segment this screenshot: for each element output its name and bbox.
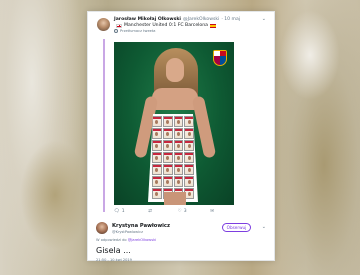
tweet-author-header: Jarosław Mikołaj Olkowski @JarekOlkowski ·…	[114, 17, 240, 22]
tweet-menu-chevron-icon[interactable]: ⌄	[262, 16, 266, 22]
sticker	[152, 116, 162, 127]
sticker	[152, 164, 162, 175]
retweet-action[interactable]: ⇄	[148, 209, 154, 214]
reply-author-name[interactable]: Krystyna Pawłowicz	[112, 223, 170, 229]
sticker	[152, 128, 162, 139]
tweet-card: Jarosław Mikołaj Olkowski @JarekOlkowski ·…	[87, 11, 275, 262]
share-icon: ✉	[210, 209, 214, 214]
like-count: 3	[183, 209, 187, 214]
reply-count: 1	[121, 209, 125, 214]
follow-button[interactable]: Obserwuj	[222, 223, 251, 232]
heart-icon: ♡	[177, 209, 182, 214]
like-action[interactable]: ♡ 3	[178, 209, 187, 214]
sticker	[184, 116, 194, 127]
translate-label: Przetłumacz tweeta	[120, 29, 156, 33]
replying-to: W odpowiedzi do @JarekOlkowski	[96, 238, 156, 242]
image-sticker-dress	[148, 114, 198, 202]
image-face	[166, 58, 184, 82]
sticker	[173, 128, 184, 139]
tweet-author-avatar[interactable]	[97, 18, 110, 31]
sticker	[152, 188, 162, 199]
sticker	[162, 176, 173, 187]
sticker	[152, 176, 162, 187]
sticker	[162, 140, 173, 151]
reply-timestamp[interactable]: 21:50 - 10 kwi 2019	[96, 258, 132, 262]
tweet-date[interactable]: · 10 maj	[221, 17, 240, 22]
england-flag-icon	[116, 23, 122, 28]
reply-action[interactable]: 🗨 1	[114, 209, 125, 214]
sticker	[184, 152, 194, 163]
sticker	[184, 128, 194, 139]
background-blur-upper-right	[280, 10, 340, 100]
tweet-author-name[interactable]: Jarosław Mikołaj Olkowski	[114, 17, 181, 22]
sticker	[173, 140, 184, 151]
sticker	[173, 116, 184, 127]
sticker	[152, 152, 162, 163]
fc-barcelona-crest-icon	[212, 49, 228, 67]
background-blur-lower-left	[20, 140, 90, 250]
reply-icon: 🗨	[114, 209, 120, 214]
sticker	[152, 140, 162, 151]
image-legs	[164, 192, 186, 205]
sticker	[162, 128, 173, 139]
share-action[interactable]: ✉	[210, 209, 214, 214]
replying-to-prefix: W odpowiedzi do	[96, 238, 127, 242]
sticker	[173, 152, 184, 163]
thread-line	[103, 39, 105, 212]
sticker	[162, 116, 173, 127]
tweet-text-body: Manchester United 0:1 FC Barcelona	[124, 23, 208, 28]
reply-author-handle[interactable]: @KrystPawlowicz	[112, 230, 143, 234]
tweet-text: Manchester United 0:1 FC Barcelona	[114, 23, 218, 28]
tweet-actions: 🗨 1 ⇄ ♡ 3 ✉	[114, 209, 214, 214]
retweet-icon: ⇄	[148, 209, 153, 214]
tweet-image[interactable]	[114, 42, 234, 205]
spain-flag-icon	[209, 23, 216, 28]
sticker	[162, 164, 173, 175]
reply-author-avatar[interactable]	[96, 222, 108, 234]
sticker	[184, 140, 194, 151]
sticker	[184, 164, 194, 175]
globe-icon	[114, 29, 118, 33]
sticker	[173, 176, 184, 187]
translate-link[interactable]: Przetłumacz tweeta	[114, 29, 155, 33]
sticker	[162, 152, 173, 163]
reply-menu-chevron-icon[interactable]: ⌄	[262, 224, 266, 230]
replying-to-handle[interactable]: @JarekOlkowski	[128, 238, 156, 242]
reply-text: Gisela ...	[96, 246, 131, 255]
image-arm-right	[191, 95, 217, 159]
sticker	[173, 164, 184, 175]
sticker	[184, 176, 194, 187]
image-shoulders	[152, 88, 198, 110]
tweet-author-handle[interactable]: @JarekOlkowski	[183, 17, 219, 22]
